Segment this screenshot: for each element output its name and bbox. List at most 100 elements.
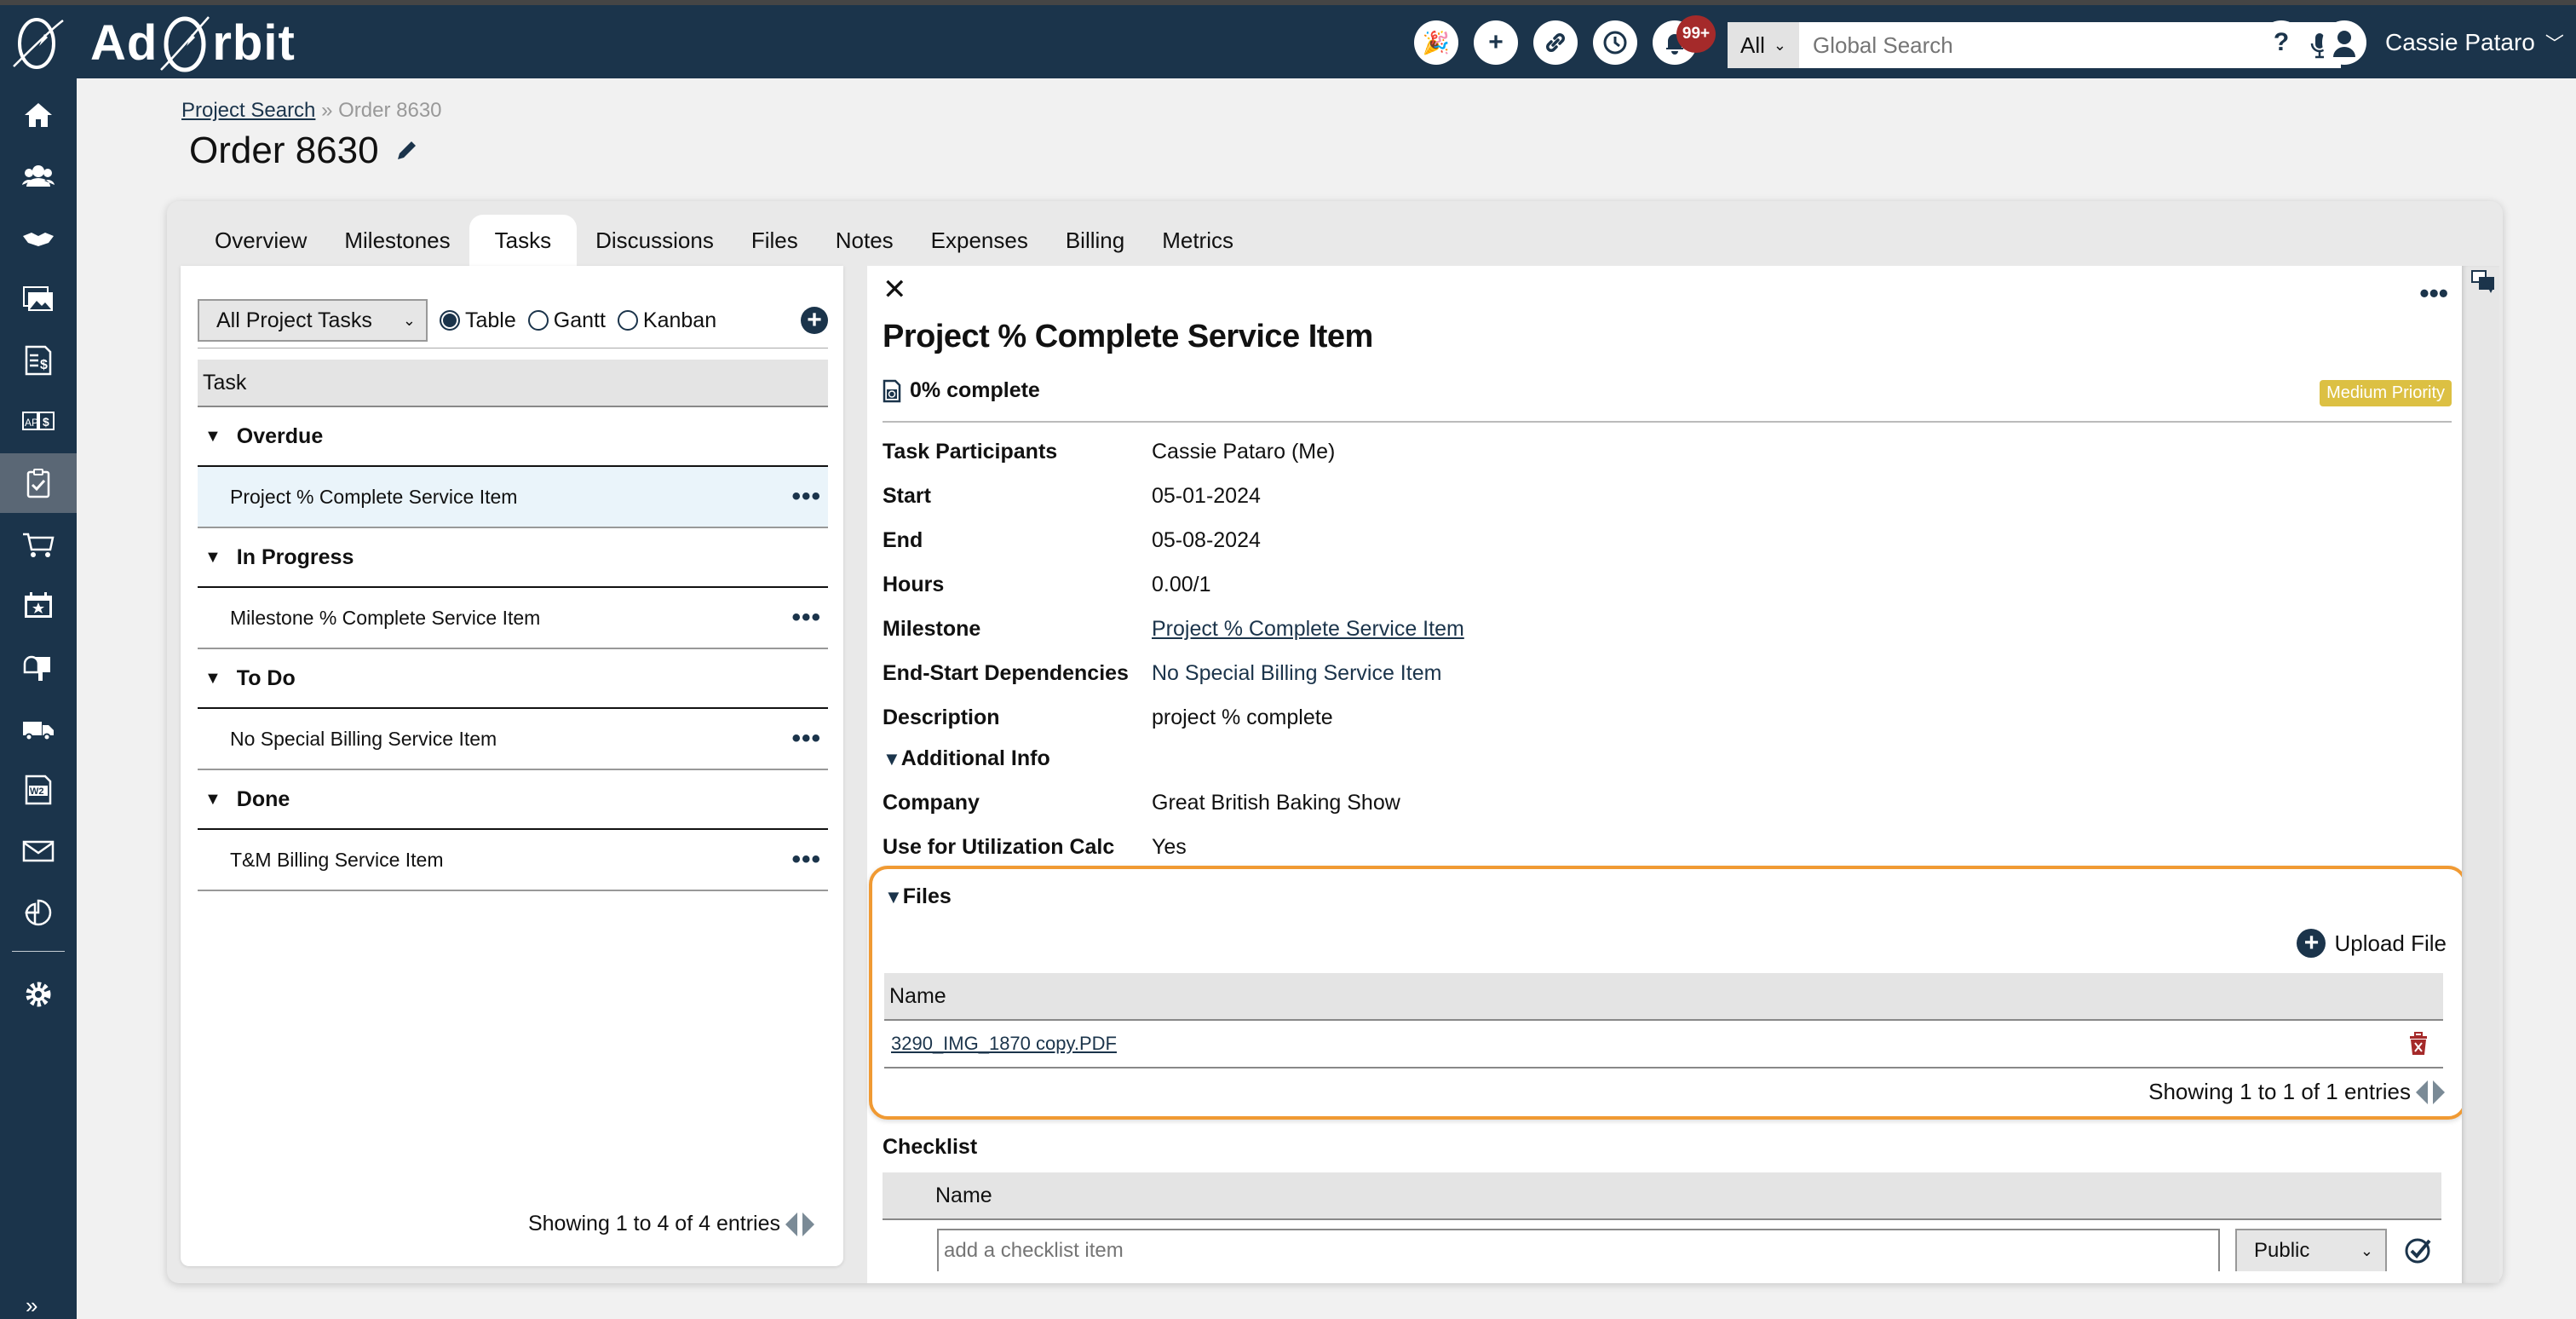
logo-text-rbit: rbit (212, 14, 296, 71)
sidebar-expand-button[interactable]: » (26, 1293, 37, 1319)
files-toggle[interactable]: ▼ Files (884, 884, 952, 909)
task-filter-value: All Project Tasks (216, 308, 372, 332)
files-table: Name 3290_IMG_1870 copy.PDF (884, 973, 2443, 1068)
sidebar-item-mailbox[interactable] (0, 637, 77, 697)
user-avatar-icon[interactable] (2322, 20, 2366, 65)
add-task-button[interactable]: + (801, 306, 828, 334)
field-label: Description (883, 706, 1000, 729)
pencil-edit-icon[interactable] (393, 137, 420, 164)
sidebar-item-invoices[interactable]: $ (0, 331, 77, 390)
files-column-header[interactable]: Name (884, 973, 2443, 1021)
svg-text:$: $ (40, 358, 48, 372)
progress-text: 0% complete (910, 378, 1040, 402)
planet-rocket-logo-icon[interactable] (7, 14, 66, 73)
celebration-icon[interactable]: 🎉 (1414, 20, 1458, 65)
task-column-header[interactable]: Task (198, 360, 828, 407)
task-group-in-progress[interactable]: ▼ In Progress (198, 528, 828, 588)
task-row[interactable]: Project % Complete Service Item ••• (198, 467, 828, 528)
checklist-visibility-select[interactable]: Public ⌄ (2235, 1229, 2387, 1271)
tab-metrics[interactable]: Metrics (1143, 215, 1252, 266)
more-options-icon[interactable]: ••• (791, 482, 821, 511)
view-gantt-radio[interactable]: Gantt (527, 308, 606, 333)
more-options-icon[interactable]: ••• (791, 603, 821, 632)
task-row[interactable]: Milestone % Complete Service Item ••• (198, 588, 828, 649)
help-icon[interactable]: ? (2259, 20, 2303, 65)
view-kanban-radio[interactable]: Kanban (617, 308, 716, 333)
sidebar-item-home[interactable] (0, 85, 77, 145)
user-menu[interactable]: Cassie Pataro ﹀ (2385, 29, 2564, 56)
upload-file-label: Upload File (2334, 930, 2447, 956)
dependency-link[interactable]: No Special Billing Service Item (1152, 661, 1441, 686)
more-options-icon[interactable]: ••• (791, 845, 821, 874)
task-group-overdue[interactable]: ▼ Overdue (198, 407, 828, 467)
tab-discussions[interactable]: Discussions (577, 215, 733, 266)
breadcrumb-link-project-search[interactable]: Project Search (181, 99, 315, 122)
header-actions: 🎉 + 99+ (1414, 15, 1716, 65)
breadcrumb-current: Order 8630 (338, 99, 442, 122)
w2-icon: W2 (25, 775, 52, 805)
chevron-down-icon: ⌄ (2360, 1241, 2373, 1259)
bell-icon[interactable]: 99+ (1653, 15, 1716, 65)
close-icon[interactable]: ✕ (883, 273, 907, 307)
upload-file-button[interactable]: + Upload File (2297, 929, 2447, 958)
sidebar-item-ap-ar[interactable]: AP $ (0, 392, 77, 452)
detail-divider (883, 421, 2452, 423)
breadcrumb: Project Search » Order 8630 (181, 99, 442, 123)
truck-icon (23, 722, 54, 741)
file-row: 3290_IMG_1870 copy.PDF (884, 1021, 2443, 1068)
next-page-icon[interactable] (2433, 1080, 2445, 1104)
task-filter-select[interactable]: All Project Tasks ⌄ (198, 299, 428, 342)
chevron-down-icon: ﹀ (2544, 33, 2564, 55)
sidebar-item-deals[interactable] (0, 208, 77, 268)
milestone-link[interactable]: Project % Complete Service Item (1152, 617, 1464, 642)
chart-icon (25, 899, 52, 926)
radio-checked-icon (440, 310, 460, 331)
sidebar-item-customers[interactable] (0, 147, 77, 206)
more-options-icon[interactable]: ••• (791, 724, 821, 753)
sidebar-item-delivery[interactable] (0, 699, 77, 758)
calendar-star-icon (25, 592, 52, 618)
previous-page-icon[interactable] (785, 1212, 797, 1236)
link-icon[interactable] (1533, 20, 1578, 65)
tab-overview[interactable]: Overview (196, 215, 325, 266)
next-page-icon[interactable] (802, 1212, 814, 1236)
checklist-item-input[interactable] (937, 1229, 2220, 1271)
task-group-done[interactable]: ▼ Done (198, 770, 828, 830)
view-table-label: Table (465, 308, 516, 332)
global-search-input[interactable] (1799, 22, 2256, 68)
tab-notes[interactable]: Notes (817, 215, 912, 266)
file-link[interactable]: 3290_IMG_1870 copy.PDF (891, 1033, 1117, 1055)
sidebar-item-email[interactable] (0, 821, 77, 881)
mailbox-icon (23, 655, 50, 681)
history-icon[interactable] (1593, 20, 1637, 65)
global-search: All ⌄ (1728, 22, 2341, 68)
sidebar-item-events[interactable] (0, 576, 77, 636)
more-options-icon[interactable]: ••• (2419, 278, 2448, 309)
confirm-check-icon[interactable] (2404, 1235, 2433, 1264)
task-progress[interactable]: 0% complete (883, 378, 1040, 403)
sidebar-item-payroll[interactable]: W2 (0, 760, 77, 820)
sidebar-item-reports[interactable] (0, 883, 77, 942)
view-table-radio[interactable]: Table (440, 308, 516, 333)
tab-billing[interactable]: Billing (1047, 215, 1143, 266)
delete-trash-icon[interactable] (2407, 1031, 2429, 1057)
field-use-for-utilization: Use for Utilization Calc Yes (883, 835, 1187, 860)
discussion-chat-icon[interactable] (2470, 269, 2496, 295)
app-logo[interactable]: Ad rbit (90, 12, 296, 73)
task-group-to-do[interactable]: ▼ To Do (198, 649, 828, 709)
tab-tasks[interactable]: Tasks (469, 215, 578, 266)
sidebar-item-media[interactable] (0, 269, 77, 329)
search-scope-select[interactable]: All ⌄ (1728, 22, 1799, 68)
additional-info-toggle[interactable]: ▼ Additional Info (883, 746, 1050, 771)
task-row[interactable]: No Special Billing Service Item ••• (198, 709, 828, 770)
plus-icon[interactable]: + (1474, 20, 1518, 65)
project-tabs: Overview Milestones Tasks Discussions Fi… (196, 215, 1252, 266)
sidebar-item-tasks[interactable] (0, 453, 77, 513)
sidebar-item-settings[interactable] (0, 965, 77, 1024)
previous-page-icon[interactable] (2416, 1080, 2428, 1104)
tab-files[interactable]: Files (733, 215, 817, 266)
sidebar-item-orders[interactable] (0, 515, 77, 574)
tab-milestones[interactable]: Milestones (325, 215, 469, 266)
task-row[interactable]: T&M Billing Service Item ••• (198, 830, 828, 891)
tab-expenses[interactable]: Expenses (912, 215, 1047, 266)
